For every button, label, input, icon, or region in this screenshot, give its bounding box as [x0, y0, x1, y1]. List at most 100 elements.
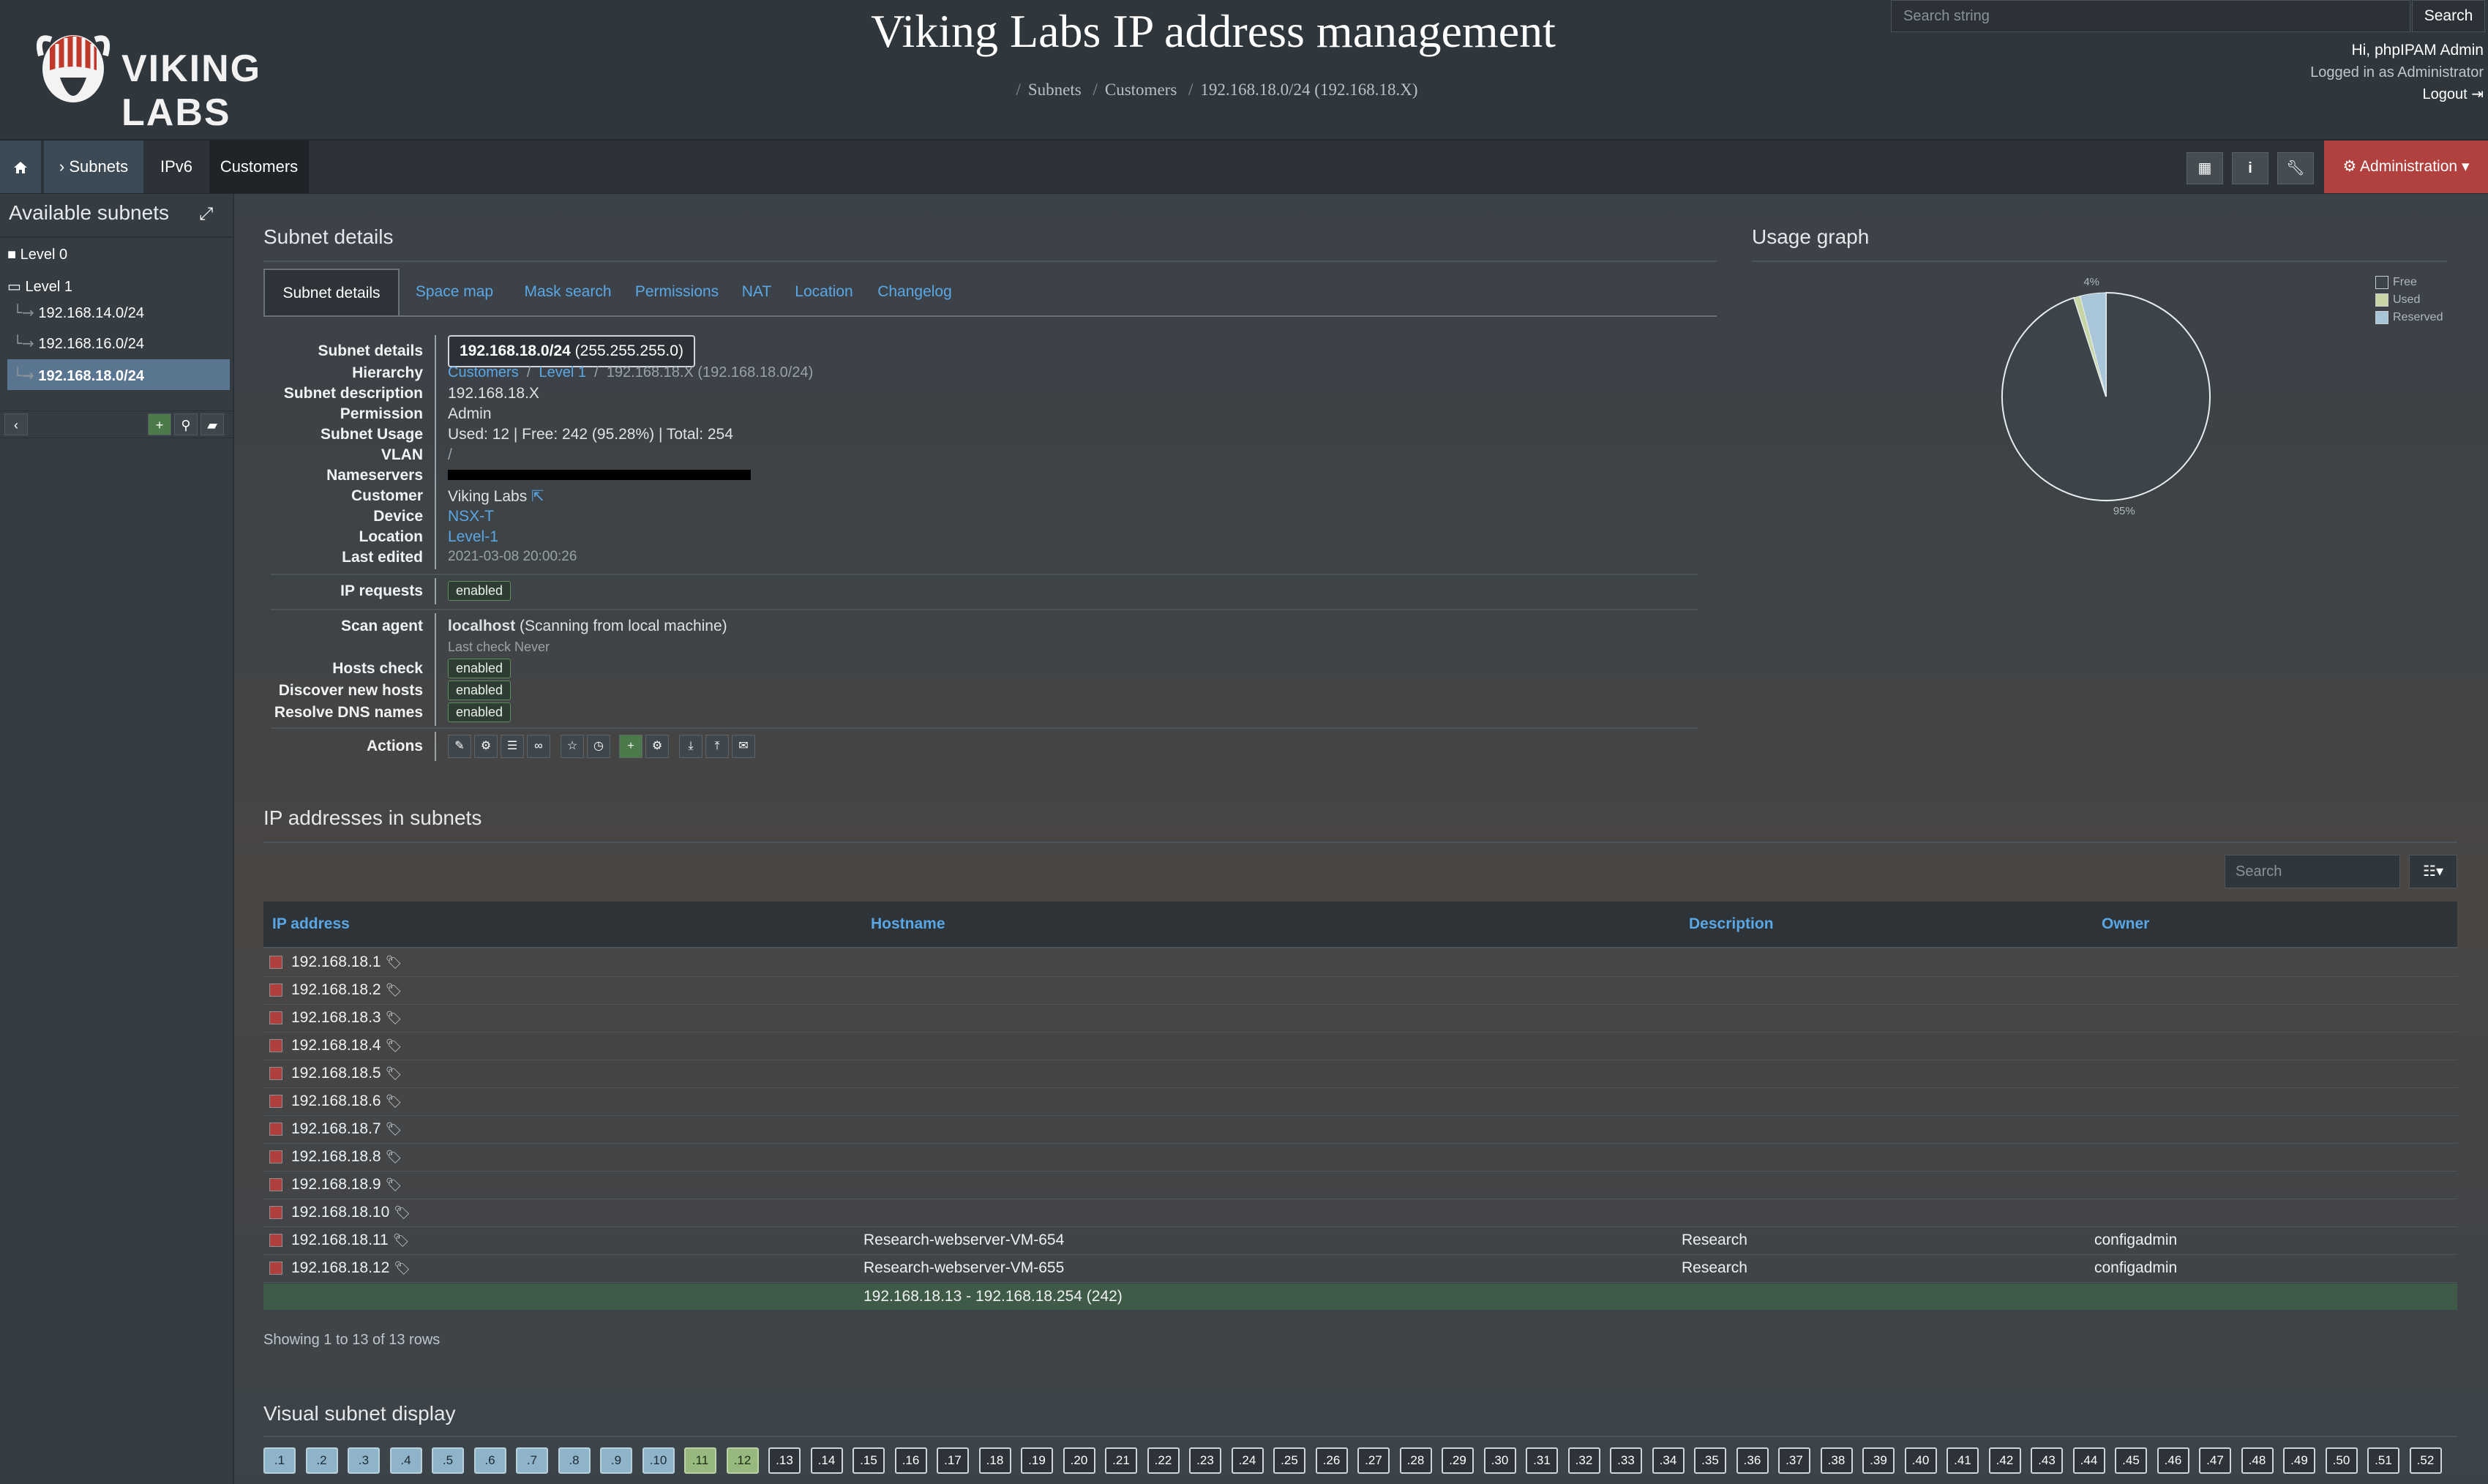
external-link-icon[interactable]: ⇱ — [531, 488, 544, 505]
visual-ip-cell[interactable]: .25 — [1273, 1447, 1305, 1474]
table-row[interactable]: 192.168.18.3 🏷︎ — [263, 1004, 2457, 1033]
scan-button[interactable]: ⚙ — [645, 735, 669, 758]
visual-ip-cell[interactable]: .23 — [1189, 1447, 1221, 1474]
visual-ip-cell[interactable]: .15 — [853, 1447, 885, 1474]
search-subnet-button[interactable]: ⚲ — [174, 413, 198, 435]
visual-ip-cell[interactable]: .11 — [684, 1447, 716, 1474]
visual-ip-cell[interactable]: .30 — [1483, 1447, 1516, 1474]
tab-space-map[interactable]: Space map — [407, 269, 502, 315]
favourite-button[interactable]: ☆ — [561, 735, 584, 758]
visual-ip-cell[interactable]: .19 — [1021, 1447, 1053, 1474]
ip-cell[interactable]: 192.168.18.8 🏷︎ — [291, 1143, 402, 1171]
visual-ip-cell[interactable]: .1 — [263, 1447, 296, 1474]
ip-cell[interactable]: 192.168.18.5 🏷︎ — [291, 1060, 402, 1087]
visual-ip-cell[interactable]: .33 — [1610, 1447, 1642, 1474]
table-search-input[interactable] — [2225, 855, 2399, 888]
table-row[interactable]: 192.168.18.6 🏷︎ — [263, 1087, 2457, 1116]
visual-ip-cell[interactable]: .10 — [642, 1447, 675, 1474]
table-row[interactable]: 192.168.18.4 🏷︎ — [263, 1032, 2457, 1060]
tab-nat[interactable]: NAT — [735, 269, 779, 315]
tree-item-subnet-18[interactable]: └→ 192.168.18.0/24 — [13, 367, 144, 385]
visual-ip-cell[interactable]: .31 — [1526, 1447, 1558, 1474]
visual-ip-cell[interactable]: .14 — [810, 1447, 843, 1474]
table-row[interactable]: 192.168.18.11 🏷︎ Research-webserver-VM-65… — [263, 1226, 2457, 1255]
device-link[interactable]: NSX-T — [448, 508, 494, 525]
visual-ip-cell[interactable]: .21 — [1105, 1447, 1137, 1474]
table-row[interactable]: 192.168.18.5 🏷︎ — [263, 1060, 2457, 1088]
table-row[interactable]: 192.168.18.2 🏷︎ — [263, 976, 2457, 1005]
ip-cell[interactable]: 192.168.18.10 🏷︎ — [291, 1199, 411, 1226]
global-search-input[interactable] — [1892, 1, 2410, 31]
nav-customers[interactable]: Customers — [209, 140, 309, 193]
column-description[interactable]: Description — [1689, 902, 1774, 947]
visual-ip-cell[interactable]: .12 — [726, 1447, 759, 1474]
visual-ip-cell[interactable]: .22 — [1147, 1447, 1180, 1474]
visual-ip-cell[interactable]: .5 — [432, 1447, 464, 1474]
table-row[interactable]: 192.168.18.1 🏷︎ — [263, 948, 2457, 977]
visual-ip-cell[interactable]: .8 — [558, 1447, 591, 1474]
visual-ip-cell[interactable]: .45 — [2115, 1447, 2147, 1474]
tree-item-subnet-14[interactable]: └→ 192.168.14.0/24 — [13, 304, 144, 322]
column-ip-address[interactable]: IP address — [272, 902, 350, 947]
hierarchy-level1-link[interactable]: Level 1 — [539, 364, 587, 381]
ip-cell[interactable]: 192.168.18.12 🏷︎ — [291, 1254, 411, 1282]
visual-ip-cell[interactable]: .29 — [1442, 1447, 1474, 1474]
expand-icon[interactable]: ⤢ — [199, 204, 213, 225]
add-ip-button[interactable]: + — [619, 735, 642, 758]
visual-ip-cell[interactable]: .51 — [2367, 1447, 2399, 1474]
import-button[interactable]: ⤓ — [679, 735, 702, 758]
visual-ip-cell[interactable]: .35 — [1694, 1447, 1726, 1474]
visual-ip-cell[interactable]: .13 — [768, 1447, 801, 1474]
visual-ip-cell[interactable]: .28 — [1399, 1447, 1432, 1474]
visual-ip-cell[interactable]: .40 — [1904, 1447, 1937, 1474]
visual-ip-cell[interactable]: .48 — [2241, 1447, 2274, 1474]
ip-cell[interactable]: 192.168.18.11 🏷︎ — [291, 1226, 409, 1254]
visual-ip-cell[interactable]: .50 — [2325, 1447, 2358, 1474]
dashboard-button[interactable]: ▦ — [2187, 152, 2223, 184]
visual-ip-cell[interactable]: .2 — [305, 1447, 338, 1474]
ip-cell[interactable]: 192.168.18.6 🏷︎ — [291, 1087, 402, 1115]
column-hostname[interactable]: Hostname — [871, 902, 945, 947]
location-link[interactable]: Level-1 — [448, 528, 498, 546]
visual-ip-cell[interactable]: .24 — [1231, 1447, 1264, 1474]
visual-ip-cell[interactable]: .41 — [1946, 1447, 1979, 1474]
nav-subnets[interactable]: › Subnets — [44, 140, 143, 193]
visual-ip-cell[interactable]: .17 — [937, 1447, 969, 1474]
table-row[interactable]: 192.168.18.9 🏷︎ — [263, 1171, 2457, 1199]
info-button[interactable]: i — [2232, 152, 2268, 184]
ip-cell[interactable]: 192.168.18.2 🏷︎ — [291, 976, 402, 1004]
tree-item-level-0[interactable]: ■ Level 0 — [7, 247, 67, 263]
columns-toggle-button[interactable]: ☷▾ — [2409, 855, 2457, 888]
list-button[interactable]: ☰ — [501, 735, 524, 758]
settings-button[interactable]: ⚙ — [474, 735, 498, 758]
ip-cell[interactable]: 192.168.18.3 🏷︎ — [291, 1004, 402, 1032]
visual-ip-cell[interactable]: .37 — [1778, 1447, 1810, 1474]
visual-ip-cell[interactable]: .42 — [1988, 1447, 2021, 1474]
visual-ip-cell[interactable]: .47 — [2199, 1447, 2231, 1474]
visual-ip-cell[interactable]: .20 — [1063, 1447, 1095, 1474]
visual-ip-cell[interactable]: .7 — [516, 1447, 548, 1474]
visual-ip-cell[interactable]: .27 — [1357, 1447, 1390, 1474]
visual-ip-cell[interactable]: .16 — [894, 1447, 927, 1474]
search-button[interactable]: Search — [2412, 0, 2485, 32]
ip-cell[interactable]: 192.168.18.9 🏷︎ — [291, 1171, 402, 1199]
tools-button[interactable]: 🔧︎ — [2277, 152, 2314, 184]
table-row[interactable]: 192.168.18.12 🏷︎ Research-webserver-VM-65… — [263, 1254, 2457, 1283]
add-folder-button[interactable]: ▰ — [201, 413, 224, 435]
collapse-sidebar-button[interactable]: ‹ — [4, 413, 28, 435]
tab-changelog[interactable]: Changelog — [871, 269, 959, 315]
table-row[interactable]: 192.168.18.8 🏷︎ — [263, 1143, 2457, 1172]
visual-ip-cell[interactable]: .39 — [1862, 1447, 1895, 1474]
visual-ip-cell[interactable]: .32 — [1567, 1447, 1600, 1474]
visual-ip-cell[interactable]: .6 — [473, 1447, 506, 1474]
visual-ip-cell[interactable]: .34 — [1652, 1447, 1685, 1474]
visual-ip-cell[interactable]: .26 — [1315, 1447, 1348, 1474]
visual-ip-cell[interactable]: .18 — [978, 1447, 1011, 1474]
nav-home[interactable] — [0, 140, 41, 193]
tab-mask-search[interactable]: Mask search — [518, 269, 618, 315]
ip-cell[interactable]: 192.168.18.1 🏷︎ — [291, 948, 402, 976]
ip-cell[interactable]: 192.168.18.4 🏷︎ — [291, 1032, 402, 1060]
visual-ip-cell[interactable]: .44 — [2072, 1447, 2105, 1474]
history-button[interactable]: ◷ — [587, 735, 610, 758]
export-button[interactable]: ⤒ — [705, 735, 729, 758]
